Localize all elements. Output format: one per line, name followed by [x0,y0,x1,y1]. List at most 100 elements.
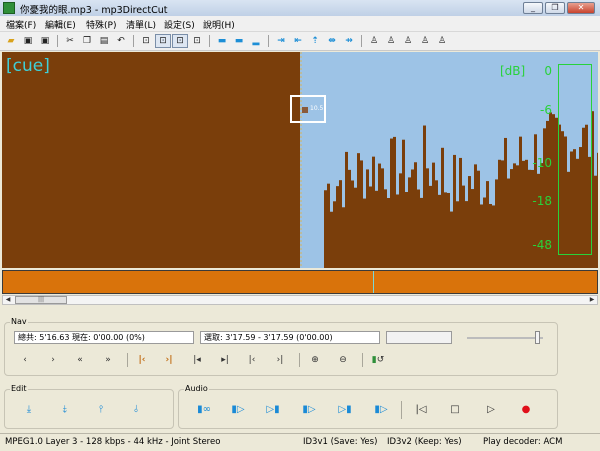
zoom-3-icon[interactable]: ⊡ [172,34,188,48]
cue-bar-icon[interactable]: ▬ [214,34,230,48]
cut-icon[interactable]: ✂ [62,34,78,48]
person-icon[interactable]: ♙ [366,34,382,48]
cue-label: [cue] [6,56,50,76]
zoom-in-icon[interactable]: ⊕ [306,352,324,368]
scroll-left-icon[interactable]: ◀ [3,296,13,304]
open-folder-icon[interactable]: ▰ [3,34,19,48]
volume-slider[interactable] [535,331,540,344]
nav-finish-icon[interactable]: ›| [271,352,289,368]
zoom-2-icon[interactable]: ⊡ [155,34,171,48]
edit-cut-icon[interactable]: ⤓ [18,399,40,419]
scroll-right-icon[interactable]: ▶ [587,296,597,304]
loop-icon[interactable]: ▮ ↺ [369,352,387,368]
undo-icon[interactable]: ↶ [113,34,129,48]
cue-bar-3-icon[interactable]: ▂ [248,34,264,48]
nav-next-step-icon[interactable]: › [44,352,62,368]
waveform-bar [528,169,531,268]
menu-file[interactable]: 檔案(F) [3,17,39,32]
cursor-marker[interactable]: 10.5 [290,95,326,123]
person-5-icon[interactable]: ♙ [434,34,450,48]
menu-list[interactable]: 清單(L) [123,17,159,32]
audio-separator [401,401,402,419]
waveform-bar [468,176,471,268]
person-2-icon[interactable]: ♙ [383,34,399,48]
waveform-bar [444,192,447,268]
nav-sel-end-icon[interactable]: ›| [160,352,178,368]
waveform-view[interactable]: [cue] 10.5 [dB] 0 -6 -10 -18 -48 [2,52,598,268]
waveform-bar [357,153,360,268]
waveform-bar [498,159,501,268]
menu-special[interactable]: 特殊(P) [83,17,119,32]
copy-icon[interactable]: ❐ [79,34,95,48]
play-from-icon[interactable]: ▮▷ [298,399,320,419]
scroll-thumb[interactable]: ||| [15,296,67,304]
cue-bar-2-icon[interactable]: ▬ [231,34,247,48]
menu-settings[interactable]: 設定(S) [161,17,198,32]
paste-icon[interactable]: ▤ [96,34,112,48]
waveform-bar [384,189,387,268]
save-icon[interactable]: ▣ [20,34,36,48]
save-as-icon[interactable]: ▣ [37,34,53,48]
nav-begin-icon[interactable]: |‹ [243,352,261,368]
menu-edit[interactable]: 編輯(E) [42,17,79,32]
play-sel-end-icon[interactable]: ▷▮ [262,399,284,419]
record-icon[interactable]: ● [515,399,537,419]
waveform-bar [480,204,483,268]
play-loop-icon[interactable]: ▮∞ [190,399,218,419]
cue-right-icon[interactable]: ⇤ [290,34,306,48]
play-sel-icon[interactable]: ▮▷ [224,399,252,419]
status-id3v1: ID3v1 (Save: Yes) [303,437,378,447]
waveform-bar [540,163,543,268]
skip-back-icon[interactable]: |◁ [410,399,432,419]
edit-fade-icon[interactable]: ⤈ [54,399,76,419]
nav-sel-start-icon[interactable]: |‹ [133,352,151,368]
play-region-icon[interactable]: ▮▷ [370,399,392,419]
zoom-out-icon[interactable]: ⊖ [334,352,352,368]
cue-up-icon[interactable]: ⇡ [307,34,323,48]
waveform-bar [447,192,450,268]
waveform-bar [396,194,399,268]
nav-start-icon[interactable]: |◂ [188,352,206,368]
person-4-icon[interactable]: ♙ [417,34,433,48]
cue-mark-icon[interactable]: ⇸ [341,34,357,48]
waveform-bars [324,111,598,268]
waveform-bar [432,162,435,268]
waveform-bar [408,177,411,268]
waveform-bar [456,201,459,268]
waveform-bar [483,197,486,268]
cue-both-icon[interactable]: ⇹ [324,34,340,48]
waveform-bar [477,170,480,268]
person-3-icon[interactable]: ♙ [400,34,416,48]
nav-prev-step-icon[interactable]: ‹ [16,352,34,368]
horizontal-scrollbar[interactable]: ◀ ||| ▶ [2,295,598,305]
toolbar-separator [361,35,362,47]
menu-help[interactable]: 說明(H) [200,17,238,32]
waveform-bar [423,125,426,268]
close-button[interactable]: ✕ [567,2,595,14]
waveform-bar [594,175,597,268]
play-icon[interactable]: ▷ [480,399,502,419]
edit-volume-icon[interactable]: ⫰ [125,399,147,419]
edit-normalize-icon[interactable]: ⫯ [90,399,112,419]
zoom-4-icon[interactable]: ⊡ [189,34,205,48]
nav-rewind-icon[interactable]: « [71,352,89,368]
zoom-1-icon[interactable]: ⊡ [138,34,154,48]
maximize-button[interactable]: ❐ [545,2,565,14]
waveform-bar [465,201,468,268]
waveform-bar [414,162,417,268]
nav-end-icon[interactable]: ▸| [216,352,234,368]
title-bar: 你憂我的眼.mp3 - mp3DirectCut _ ❐ ✕ [0,0,600,17]
overview-bar[interactable] [2,270,598,294]
waveform-bar [429,185,432,268]
cue-left-icon[interactable]: ⇥ [273,34,289,48]
waveform-bar [492,205,495,268]
toolbar-separator [268,35,269,47]
nav-forward-icon[interactable]: » [99,352,117,368]
stop-icon[interactable]: □ [444,399,466,419]
db-tick: -10 [532,156,552,170]
play-to-icon[interactable]: ▷▮ [334,399,356,419]
minimize-button[interactable]: _ [523,2,543,14]
app-icon [3,2,15,14]
waveform-bar [417,189,420,268]
waveform-bar [474,164,477,268]
